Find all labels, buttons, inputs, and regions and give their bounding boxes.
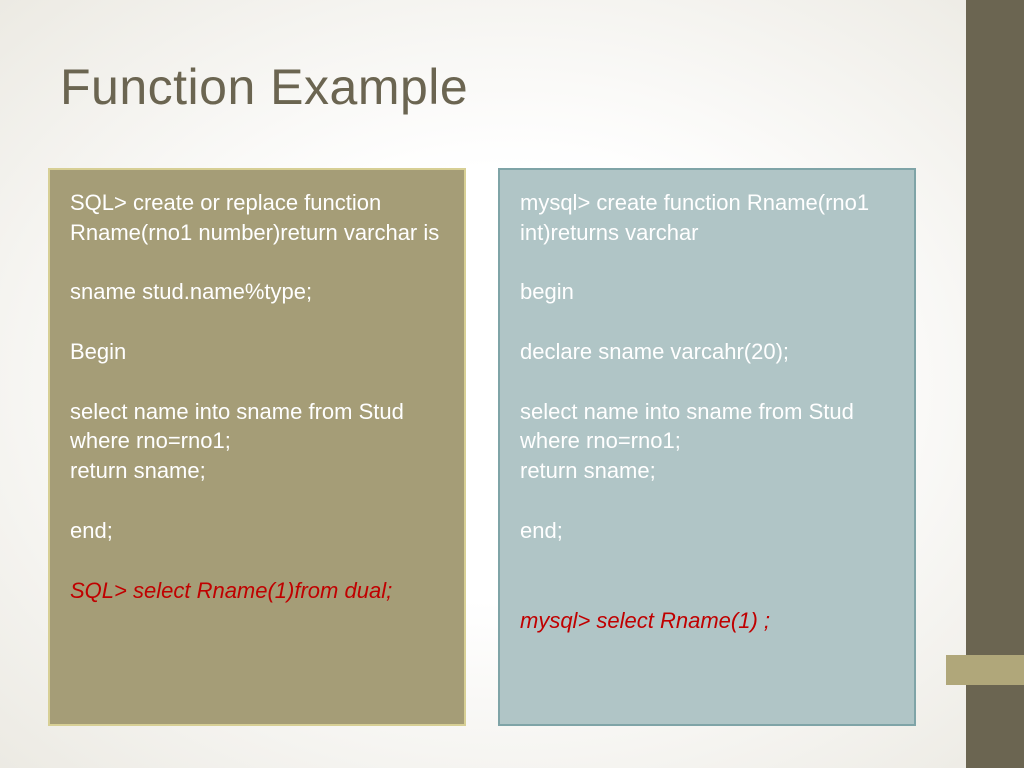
code-line: return sname; <box>520 456 894 486</box>
code-line: Begin <box>70 337 444 367</box>
right-sidebar-accent <box>946 655 1024 685</box>
slide-title: Function Example <box>60 58 468 116</box>
code-line: begin <box>520 277 894 307</box>
code-line-result: SQL> select Rname(1)from dual; <box>70 576 444 606</box>
code-line-result: mysql> select Rname(1) ; <box>520 606 894 636</box>
code-line: declare sname varcahr(20); <box>520 337 894 367</box>
code-line: return sname; <box>70 456 444 486</box>
code-line: sname stud.name%type; <box>70 277 444 307</box>
code-line: mysql> create function Rname(rno1 int)re… <box>520 188 894 247</box>
code-line: end; <box>70 516 444 546</box>
code-line: select name into sname from Stud where r… <box>520 397 894 456</box>
code-line: select name into sname from Stud where r… <box>70 397 444 456</box>
right-code-panel: mysql> create function Rname(rno1 int)re… <box>498 168 916 726</box>
right-sidebar-decoration <box>966 0 1024 768</box>
code-line: end; <box>520 516 894 546</box>
left-code-panel: SQL> create or replace function Rname(rn… <box>48 168 466 726</box>
code-line: SQL> create or replace function Rname(rn… <box>70 188 444 247</box>
